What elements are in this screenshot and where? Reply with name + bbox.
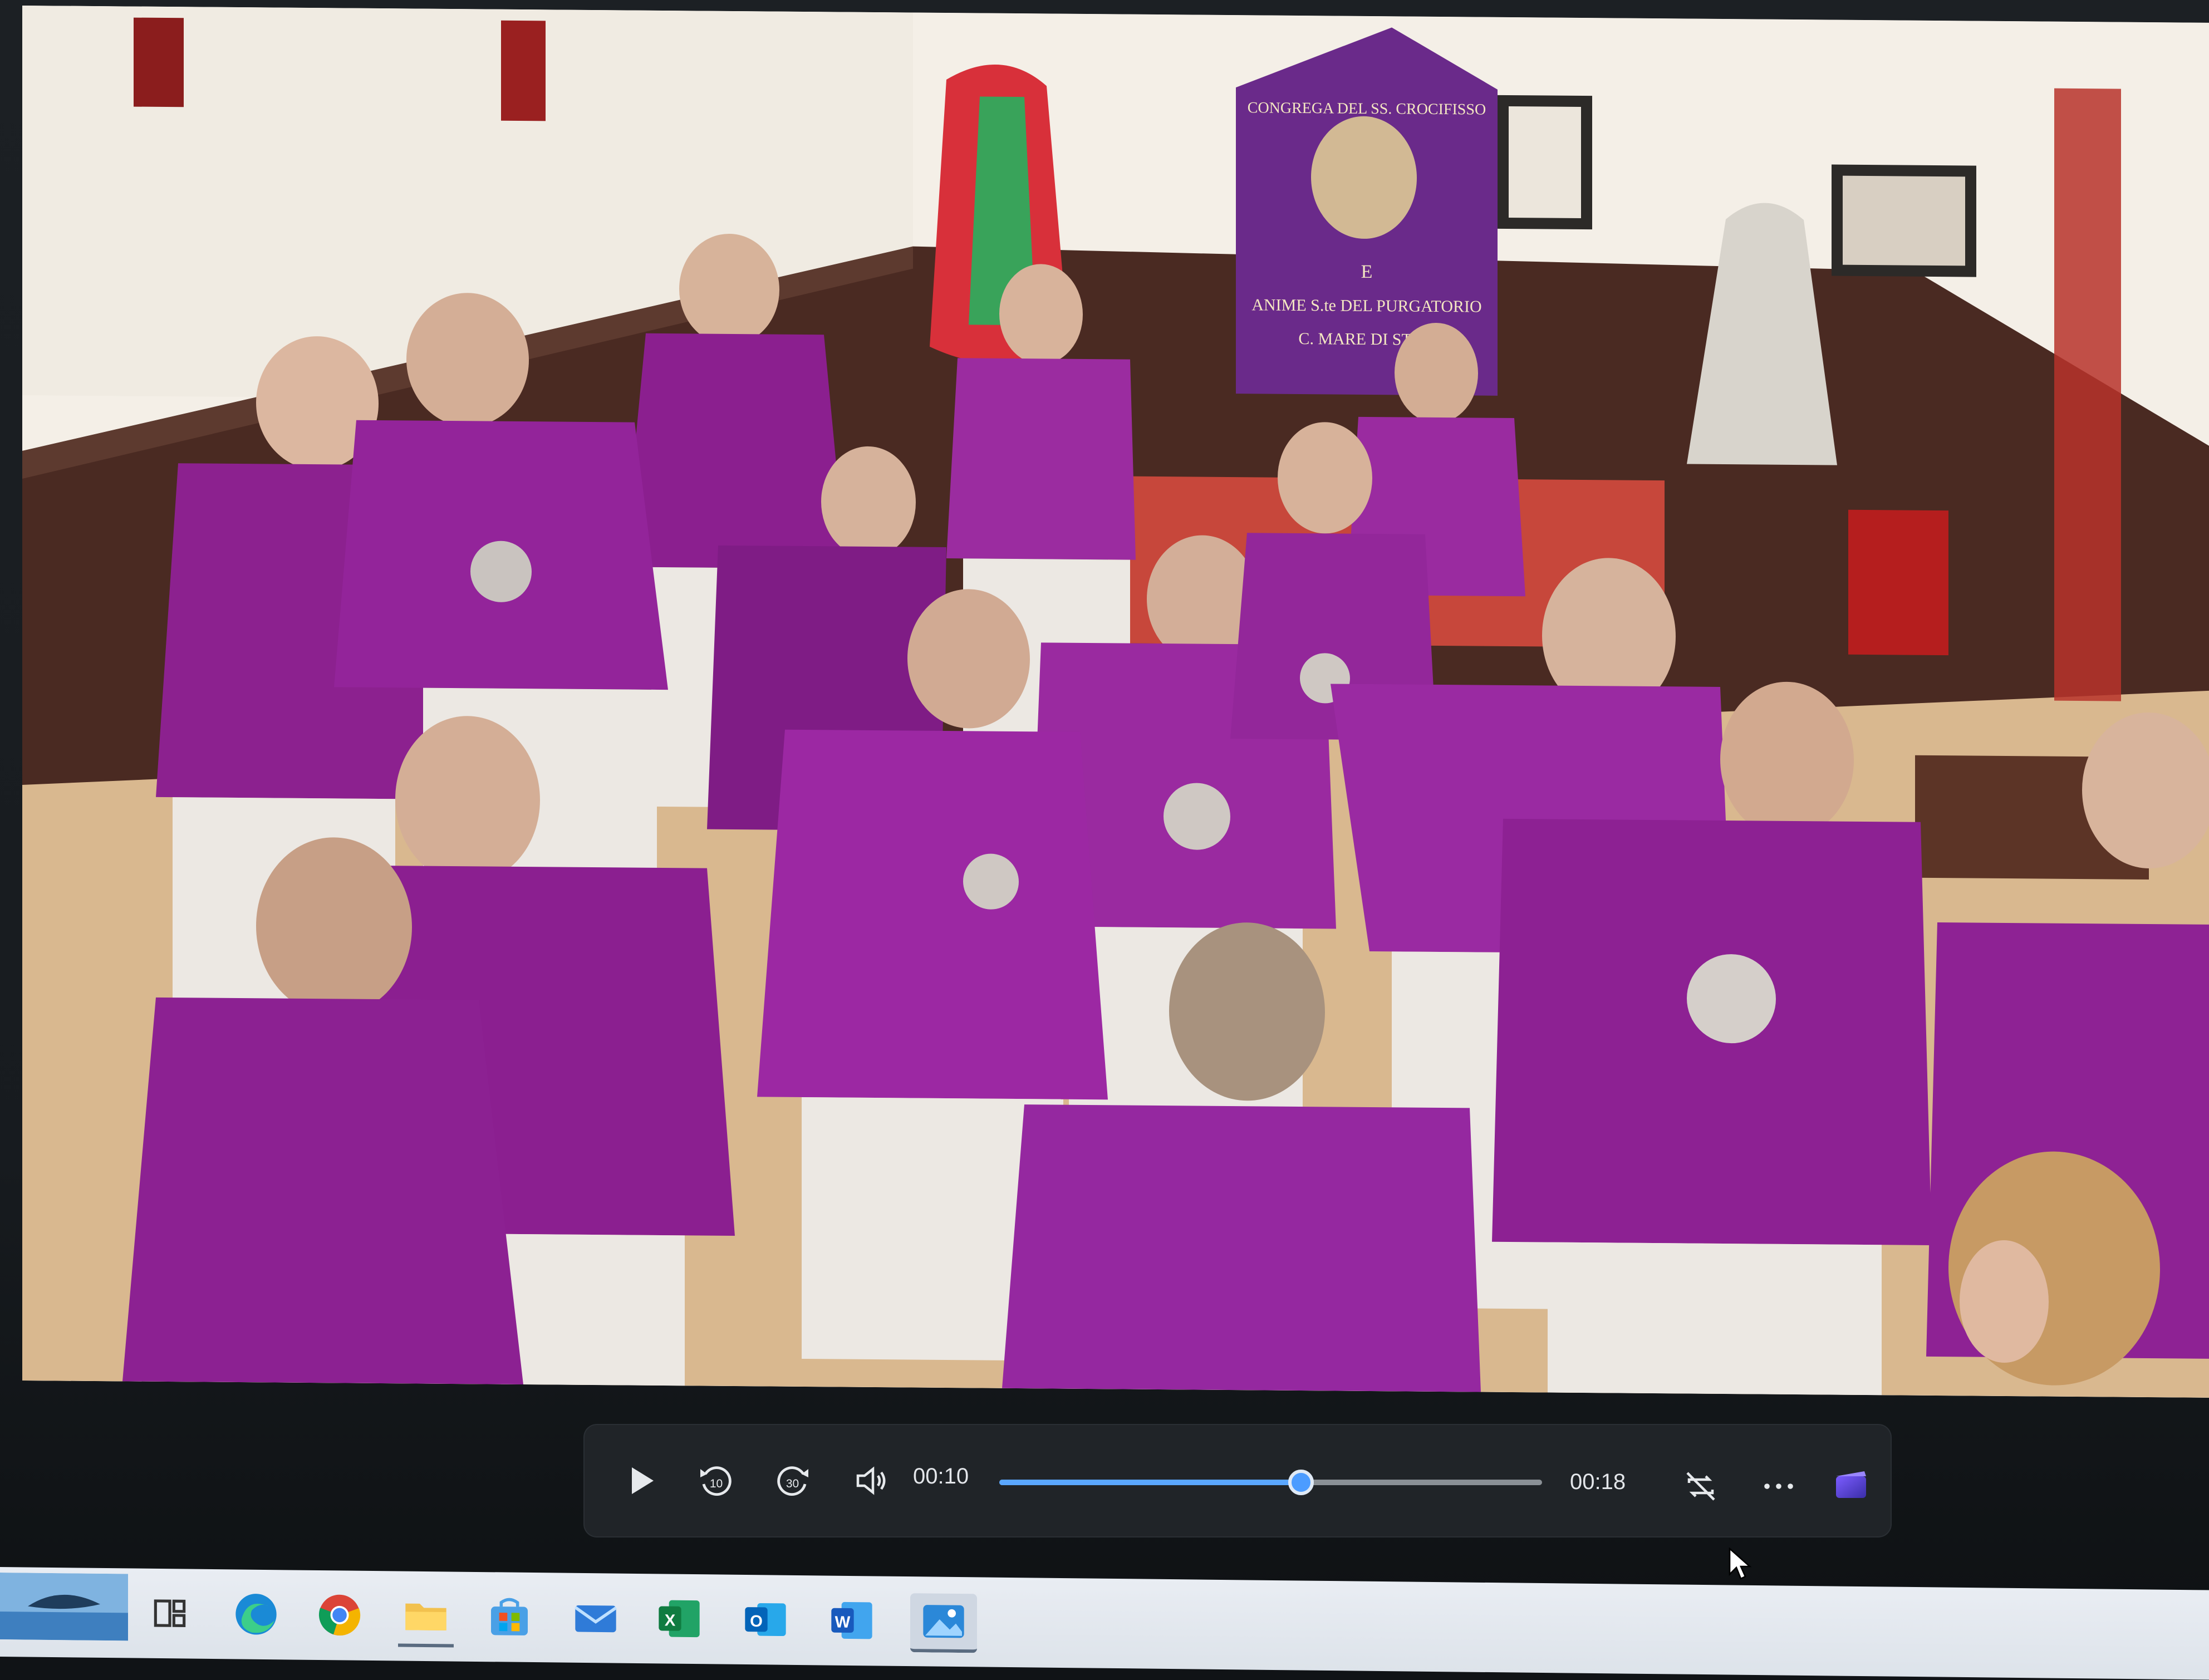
task-view-icon — [154, 1599, 186, 1628]
task-view-button[interactable] — [142, 1585, 198, 1642]
media-controls-bar: 10 30 00:10 00:18 — [585, 1425, 1891, 1536]
desktop-thumbnail-icon — [0, 1573, 128, 1641]
clipchamp-icon — [1836, 1471, 1866, 1498]
banner-text-line3: ANIME S.te DEL PURGATORIO — [1251, 296, 1481, 316]
rewind-10-icon: 10 — [700, 1466, 732, 1496]
volume-button[interactable] — [841, 1450, 902, 1511]
chrome-icon — [319, 1594, 361, 1636]
forward-30-icon: 30 — [777, 1466, 808, 1496]
elapsed-time: 00:10 — [913, 1464, 969, 1489]
outlook-icon: O — [745, 1603, 786, 1637]
taskbar-chrome[interactable] — [312, 1587, 367, 1643]
outlook-letter: O — [750, 1612, 763, 1630]
word-letter: W — [835, 1613, 851, 1632]
forward-label: 30 — [786, 1477, 799, 1490]
taskbar-outlook[interactable]: O — [738, 1591, 793, 1648]
seek-bar-thumb[interactable] — [1288, 1470, 1314, 1495]
repeat-off-icon — [1686, 1472, 1715, 1501]
banner-text-top: CONGREGA DEL SS. CROCIFISSO — [1248, 99, 1486, 118]
monitor-screen: E ANIME S.te DEL PURGATORIO C. MARE DI S… — [0, 0, 2209, 1680]
photos-icon — [923, 1605, 964, 1638]
more-options-icon — [1764, 1483, 1793, 1489]
play-icon — [632, 1467, 654, 1494]
rewind-10-button[interactable]: 10 — [685, 1450, 746, 1511]
taskbar-excel[interactable]: X — [651, 1590, 707, 1647]
total-duration: 00:18 — [1570, 1470, 1626, 1494]
volume-icon — [856, 1466, 886, 1495]
seek-bar[interactable] — [999, 1470, 1542, 1495]
taskbar-file-explorer[interactable] — [398, 1588, 454, 1648]
taskbar-word[interactable]: W — [824, 1592, 880, 1648]
taskbar-edge[interactable] — [228, 1586, 284, 1642]
mouse-cursor-icon — [1729, 1548, 1752, 1580]
forward-30-button[interactable]: 30 — [763, 1450, 824, 1511]
rewind-label: 10 — [710, 1477, 723, 1490]
excel-letter: X — [665, 1611, 676, 1629]
desktop-thumbnail[interactable] — [0, 1573, 128, 1641]
more-options-button[interactable] — [1748, 1456, 1809, 1517]
taskbar-mail[interactable] — [568, 1590, 624, 1646]
play-button[interactable] — [610, 1450, 671, 1511]
video-frame[interactable]: E ANIME S.te DEL PURGATORIO C. MARE DI S… — [22, 6, 2209, 1398]
taskbar-photos[interactable] — [910, 1593, 977, 1653]
clipchamp-button[interactable] — [1820, 1456, 1882, 1517]
file-explorer-icon — [405, 1603, 446, 1631]
excel-icon: X — [659, 1600, 700, 1638]
store-icon — [491, 1598, 528, 1635]
edge-icon — [235, 1594, 277, 1635]
video-still-image: E ANIME S.te DEL PURGATORIO C. MARE DI S… — [22, 6, 2209, 1398]
repeat-button[interactable] — [1670, 1456, 1731, 1517]
word-icon: W — [831, 1602, 872, 1639]
seek-bar-fill — [999, 1480, 1302, 1485]
taskbar: X O W — [0, 1567, 2209, 1680]
banner-text-mid: E — [1361, 262, 1373, 282]
taskbar-store[interactable] — [482, 1589, 537, 1645]
mail-icon — [574, 1605, 617, 1633]
